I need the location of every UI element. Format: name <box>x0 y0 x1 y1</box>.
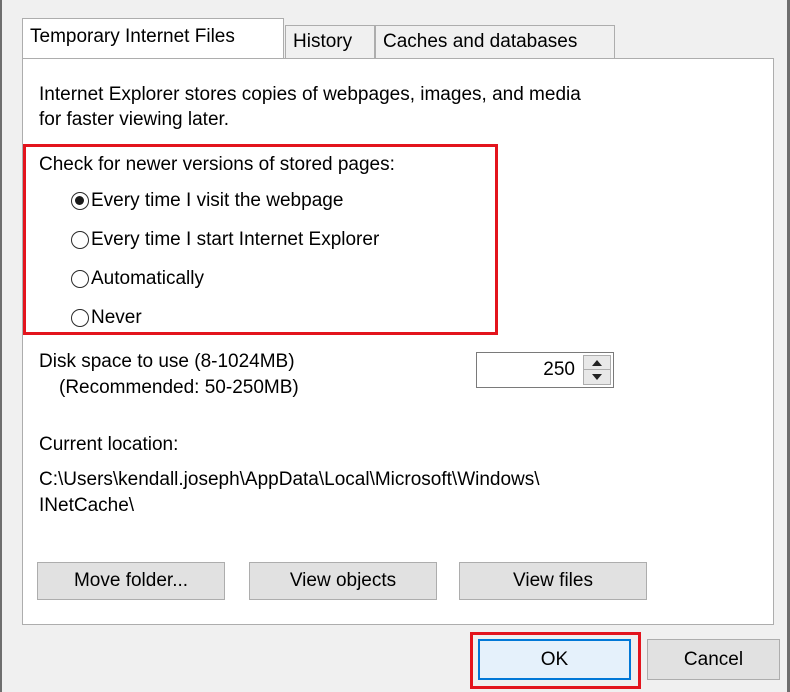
spin-down-icon <box>592 374 602 380</box>
radio-automatically[interactable]: Automatically <box>71 266 204 292</box>
tab-panel: Internet Explorer stores copies of webpa… <box>22 58 774 625</box>
tab-label: History <box>293 31 353 52</box>
cancel-button[interactable]: Cancel <box>647 639 780 680</box>
button-label: View objects <box>289 570 397 591</box>
radio-unchecked-icon <box>71 309 89 327</box>
disk-space-recommended: (Recommended: 50-250MB) <box>59 377 299 398</box>
dialog-left-border <box>0 0 2 692</box>
spin-up-icon <box>592 360 602 366</box>
view-objects-button[interactable]: View objects <box>249 562 437 600</box>
radio-label: Automatically <box>91 268 204 289</box>
button-label: Cancel <box>683 648 744 670</box>
radio-unchecked-icon <box>71 270 89 288</box>
radio-unchecked-icon <box>71 231 89 249</box>
radio-every-start[interactable]: Every time I start Internet Explorer <box>71 227 379 253</box>
description-line-2: for faster viewing later. <box>39 109 230 130</box>
tab-history[interactable]: History <box>285 25 375 59</box>
radio-checked-icon <box>71 192 89 210</box>
button-label: Move folder... <box>73 570 189 591</box>
disk-space-value: 250 <box>543 359 575 380</box>
current-location-label: Current location: <box>39 434 179 455</box>
spin-divider <box>584 369 610 370</box>
current-location-path-line-1: C:\Users\kendall.joseph\AppData\Local\Mi… <box>39 469 540 490</box>
tab-label: Temporary Internet Files <box>30 26 235 47</box>
description-line-1: Internet Explorer stores copies of webpa… <box>39 84 581 105</box>
disk-space-spinner[interactable]: 250 <box>476 352 614 388</box>
check-versions-heading: Check for newer versions of stored pages… <box>39 154 395 175</box>
ok-button[interactable]: OK <box>478 639 631 680</box>
current-location-path-line-2: INetCache\ <box>39 495 135 516</box>
move-folder-button[interactable]: Move folder... <box>37 562 225 600</box>
tab-label: Caches and databases <box>383 31 578 52</box>
radio-label: Every time I start Internet Explorer <box>91 229 380 250</box>
button-label: OK <box>540 648 569 670</box>
spinner-buttons[interactable] <box>583 355 611 385</box>
radio-label: Never <box>91 307 142 328</box>
button-label: View files <box>513 570 593 591</box>
radio-every-visit[interactable]: Every time I visit the webpage <box>71 188 343 214</box>
view-files-button[interactable]: View files <box>459 562 647 600</box>
radio-never[interactable]: Never <box>71 305 142 331</box>
radio-label: Every time I visit the webpage <box>91 190 344 211</box>
tab-temporary-internet-files[interactable]: Temporary Internet Files <box>22 18 284 58</box>
disk-space-label: Disk space to use (8-1024MB) <box>39 351 295 372</box>
tab-caches-and-databases[interactable]: Caches and databases <box>375 25 615 59</box>
